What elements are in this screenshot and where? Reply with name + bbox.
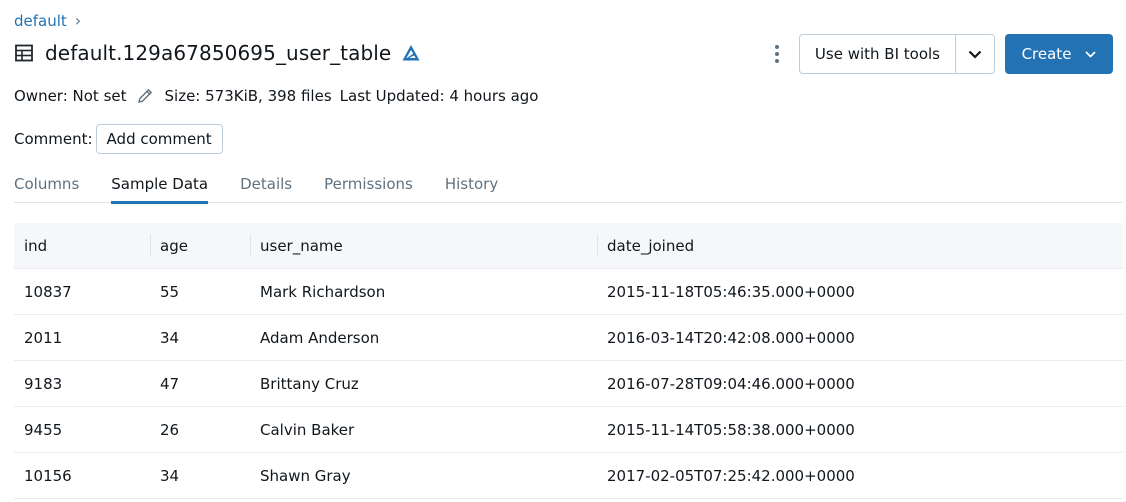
table-cell: 55 <box>160 282 180 301</box>
owner-text: Owner: Not set <box>14 87 127 105</box>
table-cell: Mark Richardson <box>260 282 386 301</box>
last-updated-text: Last Updated: 4 hours ago <box>339 87 539 105</box>
page-title: default.129a67850695_user_table <box>45 41 392 65</box>
table-cell: 26 <box>160 420 180 439</box>
table-cell: 10156 <box>24 466 72 485</box>
use-with-bi-tools-button[interactable]: Use with BI tools <box>800 35 956 73</box>
tab-sample-data[interactable]: Sample Data <box>111 170 208 204</box>
table-cell: Shawn Gray <box>260 466 351 485</box>
breadcrumb-catalog-link[interactable]: default <box>14 12 67 30</box>
chevron-right-icon: › <box>74 11 82 30</box>
comment-label: Comment: <box>14 130 93 148</box>
table-cell: 34 <box>160 466 180 485</box>
table-cell: 2016-07-28T09:04:46.000+0000 <box>607 374 855 393</box>
table-cell: 9455 <box>24 420 63 439</box>
chevron-down-icon <box>1085 50 1097 58</box>
pencil-icon[interactable] <box>136 87 154 105</box>
tab-bar: Columns Sample Data Details Permissions … <box>14 170 1123 204</box>
table-row: 10156 34 Shawn Gray 2017-02-05T07:25:42.… <box>14 453 1123 499</box>
delta-icon <box>401 43 421 63</box>
tab-permissions[interactable]: Permissions <box>324 170 413 203</box>
table-row: 9455 26 Calvin Baker 2015-11-14T05:58:38… <box>14 407 1123 453</box>
column-header-user-name[interactable]: user_name <box>250 223 597 268</box>
breadcrumb: default › <box>14 11 81 30</box>
column-header-age[interactable]: age <box>150 223 250 268</box>
table-cell: Brittany Cruz <box>260 374 359 393</box>
table-cell: 2011 <box>24 328 63 347</box>
tab-columns[interactable]: Columns <box>14 170 79 203</box>
table-cell: 47 <box>160 374 180 393</box>
table-row: 10837 55 Mark Richardson 2015-11-18T05:4… <box>14 269 1123 315</box>
column-header-ind[interactable]: ind <box>14 223 150 268</box>
kebab-icon[interactable] <box>767 34 787 74</box>
comment-row: Comment: Add comment <box>14 124 223 154</box>
table-row: 9183 47 Brittany Cruz 2016-07-28T09:04:4… <box>14 361 1123 407</box>
table-cell: Calvin Baker <box>260 420 355 439</box>
table-cell: 10837 <box>24 282 72 301</box>
table-cell: 2017-02-05T07:25:42.000+0000 <box>607 466 855 485</box>
table-cell: 34 <box>160 328 180 347</box>
sample-data-table: ind age user_name date_joined 10837 55 M… <box>14 223 1123 499</box>
table-row: 2011 34 Adam Anderson 2016-03-14T20:42:0… <box>14 315 1123 361</box>
size-text: Size: 573KiB, 398 files <box>164 87 332 105</box>
column-header-date-joined[interactable]: date_joined <box>597 223 1123 268</box>
table-icon <box>14 43 34 63</box>
table-cell: 2015-11-14T05:58:38.000+0000 <box>607 420 855 439</box>
header-actions: Use with BI tools Create <box>767 34 1113 74</box>
table-cell: 9183 <box>24 374 63 393</box>
create-button[interactable]: Create <box>1005 34 1113 74</box>
table-cell: Adam Anderson <box>260 328 380 347</box>
table-metadata: Owner: Not set Size: 573KiB, 398 files L… <box>14 86 538 106</box>
tab-details[interactable]: Details <box>240 170 292 203</box>
table-header-row: ind age user_name date_joined <box>14 223 1123 269</box>
tab-history[interactable]: History <box>445 170 498 203</box>
add-comment-button[interactable]: Add comment <box>95 124 223 154</box>
page-header: default.129a67850695_user_table <box>14 38 421 68</box>
table-cell: 2016-03-14T20:42:08.000+0000 <box>607 328 855 347</box>
bi-tools-split-button: Use with BI tools <box>798 34 995 74</box>
table-cell: 2015-11-18T05:46:35.000+0000 <box>607 282 855 301</box>
chevron-down-icon[interactable] <box>956 35 994 73</box>
create-button-label: Create <box>1021 45 1072 63</box>
